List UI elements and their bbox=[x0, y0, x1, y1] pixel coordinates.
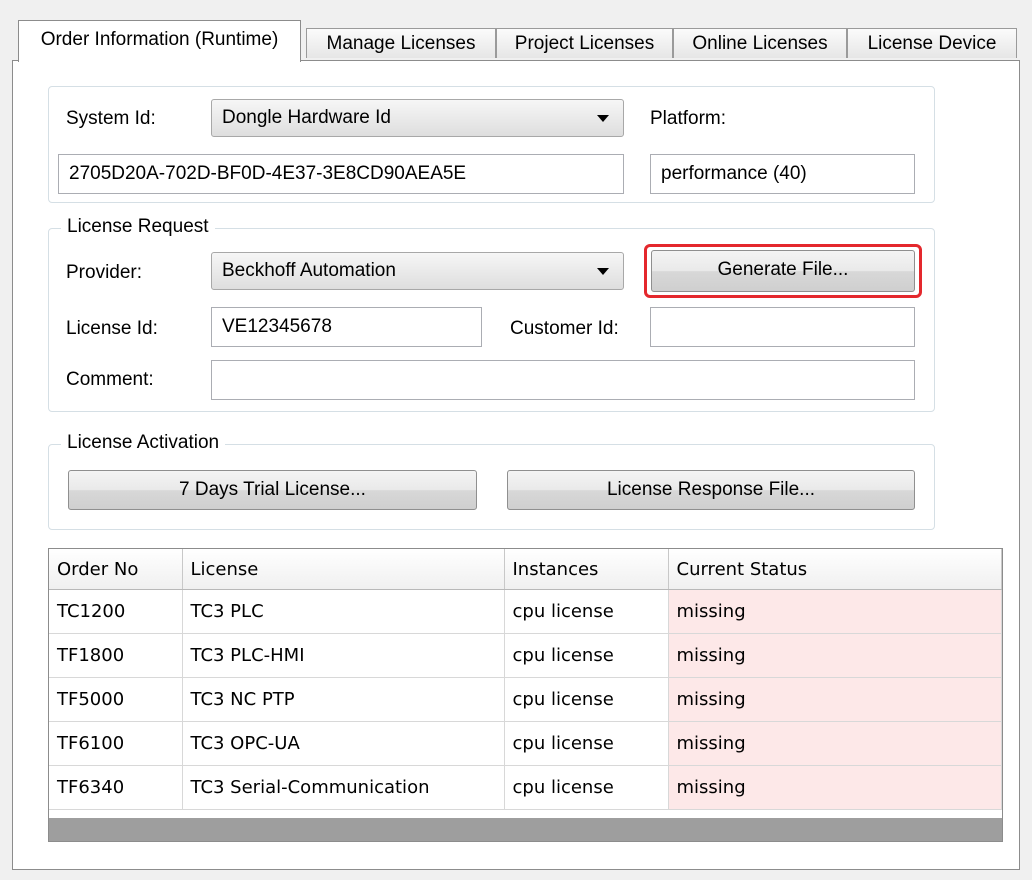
license-activation-legend: License Activation bbox=[61, 432, 226, 454]
status-cell: missing bbox=[668, 633, 1002, 678]
comment-label: Comment: bbox=[66, 369, 154, 390]
license-cell: TC3 PLC-HMI bbox=[182, 633, 505, 678]
table-scroll-footer bbox=[49, 818, 1002, 841]
license-cell: TC3 Serial-Communication bbox=[182, 765, 505, 810]
column-header-instances[interactable]: Instances bbox=[504, 549, 669, 590]
table-row[interactable]: TC1200 TC3 PLC cpu license missing bbox=[49, 589, 1002, 634]
order-no-cell: TF1800 bbox=[49, 633, 183, 678]
license-response-file-button[interactable]: License Response File... bbox=[507, 470, 915, 510]
status-cell: missing bbox=[668, 765, 1002, 810]
system-id-type-value: Dongle Hardware Id bbox=[222, 107, 391, 128]
column-header-license[interactable]: License bbox=[182, 549, 505, 590]
platform-label: Platform: bbox=[650, 108, 727, 129]
system-id-type-dropdown[interactable]: Dongle Hardware Id bbox=[211, 99, 624, 137]
table-header-row: Order No License Instances Current Statu… bbox=[49, 549, 1002, 590]
order-no-cell: TF6100 bbox=[49, 721, 183, 766]
instances-cell: cpu license bbox=[504, 677, 669, 722]
table-row[interactable]: TF6100 TC3 OPC-UA cpu license missing bbox=[49, 721, 1002, 766]
table-row[interactable]: TF5000 TC3 NC PTP cpu license missing bbox=[49, 677, 1002, 722]
customer-id-label: Customer Id: bbox=[510, 318, 619, 339]
order-no-cell: TF5000 bbox=[49, 677, 183, 722]
instances-cell: cpu license bbox=[504, 633, 669, 678]
license-table: Order No License Instances Current Statu… bbox=[48, 548, 1003, 842]
trial-license-button[interactable]: 7 Days Trial License... bbox=[68, 470, 477, 510]
chevron-down-icon bbox=[597, 268, 609, 275]
license-cell: TC3 OPC-UA bbox=[182, 721, 505, 766]
license-cell: TC3 NC PTP bbox=[182, 677, 505, 722]
provider-dropdown[interactable]: Beckhoff Automation bbox=[211, 252, 624, 290]
provider-label: Provider: bbox=[66, 262, 143, 283]
panel-content: System Id: Dongle Hardware Id Platform: … bbox=[0, 0, 1032, 880]
generate-file-button[interactable]: Generate File... bbox=[651, 250, 915, 292]
provider-value: Beckhoff Automation bbox=[222, 260, 396, 281]
status-cell: missing bbox=[668, 721, 1002, 766]
order-no-cell: TC1200 bbox=[49, 589, 183, 634]
status-cell: missing bbox=[668, 589, 1002, 634]
license-request-legend: License Request bbox=[61, 216, 215, 238]
instances-cell: cpu license bbox=[504, 589, 669, 634]
table-row[interactable]: TF1800 TC3 PLC-HMI cpu license missing bbox=[49, 633, 1002, 678]
column-header-current-status[interactable]: Current Status bbox=[668, 549, 1002, 590]
instances-cell: cpu license bbox=[504, 721, 669, 766]
license-cell: TC3 PLC bbox=[182, 589, 505, 634]
status-cell: missing bbox=[668, 677, 1002, 722]
license-id-field[interactable]: VE12345678 bbox=[211, 307, 482, 347]
system-id-field[interactable]: 2705D20A-702D-BF0D-4E37-3E8CD90AEA5E bbox=[58, 154, 624, 194]
table-row[interactable]: TF6340 TC3 Serial-Communication cpu lice… bbox=[49, 765, 1002, 810]
system-id-label: System Id: bbox=[66, 108, 156, 129]
order-no-cell: TF6340 bbox=[49, 765, 183, 810]
license-id-label: License Id: bbox=[66, 318, 158, 339]
customer-id-field[interactable] bbox=[650, 307, 915, 347]
chevron-down-icon bbox=[597, 115, 609, 122]
column-header-order-no[interactable]: Order No bbox=[49, 549, 183, 590]
instances-cell: cpu license bbox=[504, 765, 669, 810]
platform-field[interactable]: performance (40) bbox=[650, 154, 915, 194]
comment-field[interactable] bbox=[211, 360, 915, 400]
